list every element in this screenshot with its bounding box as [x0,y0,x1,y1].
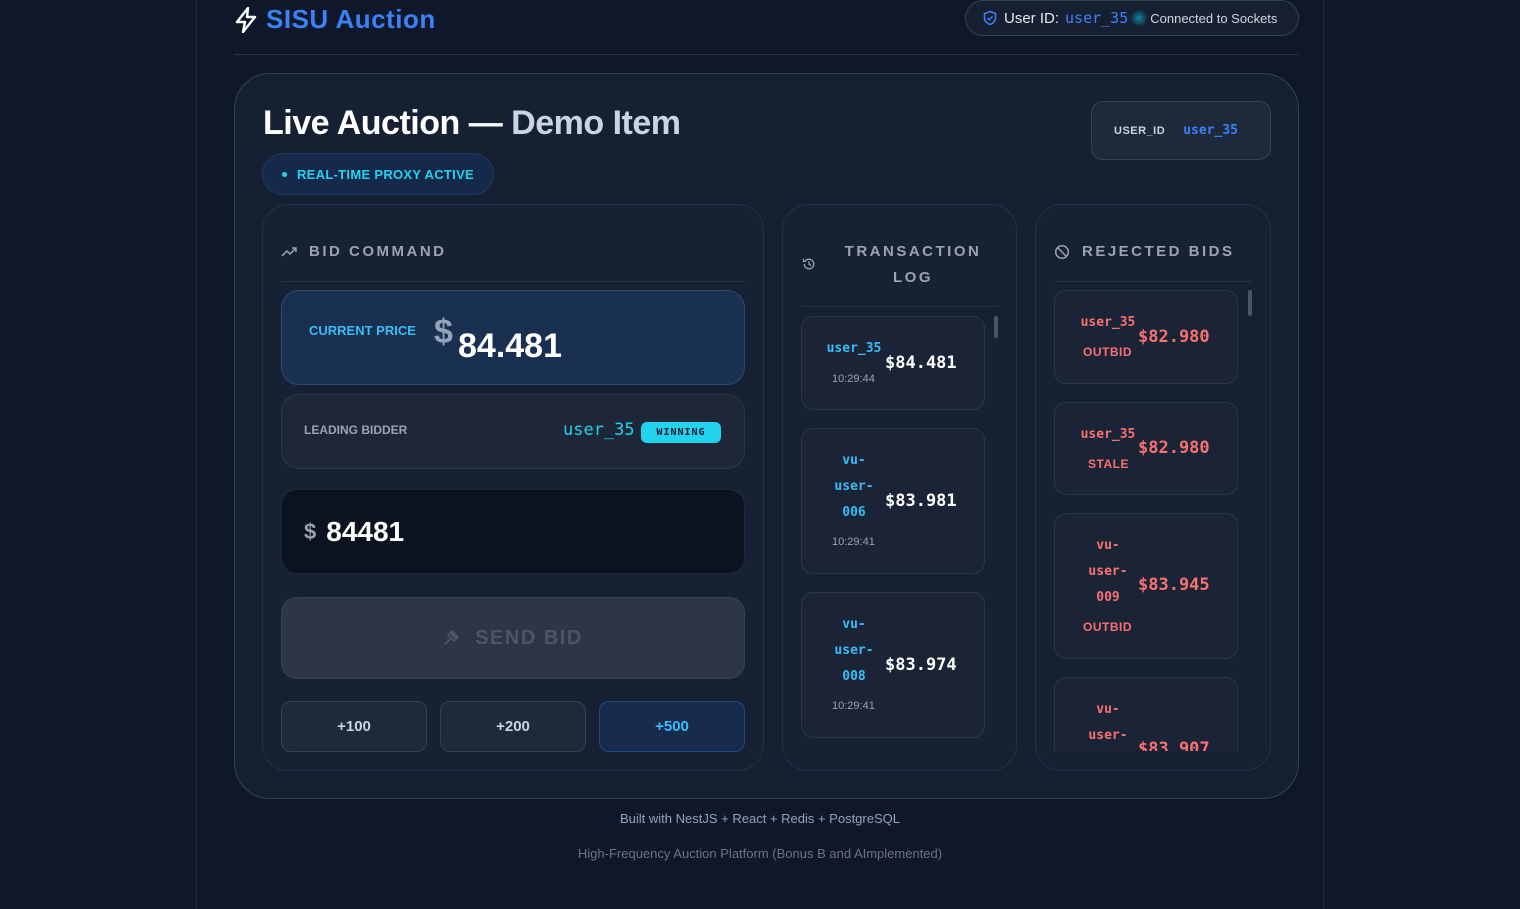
user-id-label: User ID: [1004,9,1060,27]
log-entry-user: user_35 [826,341,882,356]
log-entry-amount: $84.481 [885,353,957,373]
log-entry-amount: $83.981 [885,491,957,511]
current-price-label: CURRENT PRICE [309,323,416,338]
current-price-currency: $ [434,313,453,351]
log-entry-user: vu- user- 006 [834,453,874,520]
log-entry-time: 10:29:44 [832,373,875,385]
proxy-status-badge: REAL-TIME PROXY ACTIVE [262,153,494,195]
rejected-entry-amount: $83.945 [1138,575,1210,595]
log-scrollbar[interactable] [994,316,998,338]
rejected-bids-divider [1054,281,1252,282]
rejected-entry: user_35 $82.980 STALE [1054,402,1238,495]
log-entry: vu- user- 006 $83.981 10:29:41 [801,428,985,574]
log-entry-time: 10:29:41 [832,536,875,548]
rejected-entry: user_35 $82.980 OUTBID [1054,290,1238,384]
rejected-bids-list[interactable]: user_35 $82.980 OUTBID user_35 $82.980 S… [1054,290,1240,751]
rejected-entry-user: user_35 [1080,427,1136,442]
history-icon [802,258,815,270]
transaction-log-list[interactable]: user_35 $84.481 10:29:44 vu- user- 006 $… [801,316,986,756]
send-bid-button[interactable]: SEND BID [281,597,745,679]
gavel-icon [444,630,460,645]
log-entry-time: 10:29:41 [832,700,875,712]
transaction-log-heading: TRANSACTION LOG [844,243,982,286]
log-entry: vu- user- 008 $83.974 10:29:41 [801,592,985,738]
user-id-value: user_35 [1065,9,1129,27]
increment-500-button[interactable]: +500 [599,701,745,752]
status-dot-icon [281,171,287,177]
winning-badge: WINNING [641,422,721,443]
rejected-entry-user: user_35 [1080,315,1136,330]
trend-icon [281,246,297,257]
brand[interactable]: SISU Auction [234,4,436,35]
user-id-box: USER_ID user_35 [1091,101,1271,160]
bid-command-divider [281,281,745,282]
shield-icon [983,10,997,26]
rejected-entry-user: vu- user- [1088,702,1128,743]
rejected-bids-heading: REJECTED BIDS [1054,243,1235,260]
current-price-value: 84.481 [458,327,562,365]
increment-100-button[interactable]: +100 [281,701,427,752]
connection-pill: User ID: user_35 Connected to Sockets [965,0,1299,36]
footer-tech-stack: Built with NestJS + React + Redis + Post… [620,811,900,826]
ban-icon [1054,244,1070,259]
rejected-entry: vu- user- 009 $83.945 OUTBID [1054,513,1238,659]
bolt-icon [235,6,257,33]
rejected-entry-reason: OUTBID [1083,620,1132,634]
rejected-entry-user: vu- user- 009 [1088,538,1128,605]
rejected-entry-amount: $82.980 [1138,438,1210,458]
rejected-entry-reason: STALE [1088,457,1129,471]
rejected-entry-amount: $82.980 [1138,327,1210,347]
input-currency: $ [304,518,317,544]
log-entry: user_35 $84.481 10:29:44 [801,316,985,410]
left-gutter [0,0,197,909]
rejected-entry: vu- user- $83.907 [1054,677,1238,751]
rejected-scrollbar[interactable] [1248,290,1252,316]
user-id-key: USER_ID [1114,124,1166,137]
footer-tagline: High-Frequency Auction Platform (Bonus B… [577,846,943,861]
page-title: Live Auction — Demo Item [263,104,681,142]
user-id-box-value: user_35 [1183,123,1238,138]
leading-bidder-label: LEADING BIDDER [304,423,408,437]
right-gutter [1323,0,1520,909]
rejected-entry-reason: OUTBID [1083,345,1132,359]
increment-200-button[interactable]: +200 [440,701,586,752]
log-entry-amount: $83.974 [885,655,957,675]
bid-amount-field[interactable]: $ [281,489,745,574]
transaction-log-divider [801,306,998,307]
log-entry-user: vu- user- 008 [834,617,874,684]
header-divider [234,54,1299,55]
bid-amount-input[interactable] [326,515,707,548]
rejected-entry-amount: $83.907 [1138,739,1210,751]
connection-status: Connected to Sockets [1150,10,1278,26]
brand-title: SISU Auction [266,4,436,34]
bid-command-heading: BID COMMAND [281,243,447,260]
connection-dot-icon [1134,13,1145,23]
leading-bidder-value: user_35 [563,420,635,440]
